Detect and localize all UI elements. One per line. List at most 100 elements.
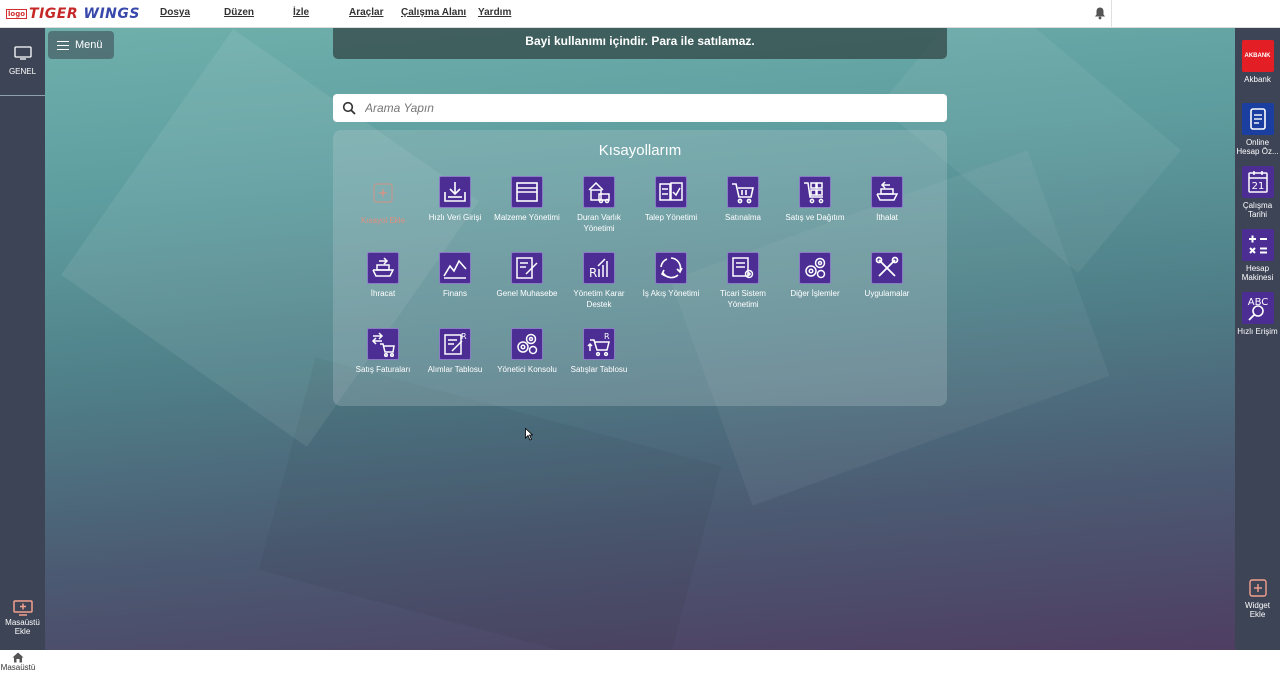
shortcut-label: Yönetim Karar Destek [573,289,625,309]
shortcut-yonetim-karar-destek[interactable]: R Yönetim Karar Destek [563,252,635,310]
taskbar-home-button[interactable]: Masaüstü [0,652,36,672]
menu-araclar[interactable]: Araçlar [349,7,383,18]
taskbar-home-label: Masaüstü [0,663,36,672]
checklist-icon [655,176,687,208]
widget-add-button[interactable]: Widget Ekle [1235,579,1280,619]
widget-label: Hesap Makinesi [1241,264,1274,282]
add-desktop-button[interactable]: Masaüstü Ekle [0,600,45,636]
search-icon [342,101,356,115]
abc-search-icon: ABC [1241,292,1274,324]
shortcut-label: Hızlı Veri Girişi [428,213,482,222]
shortcut-talep-yonetimi[interactable]: Talep Yönetimi [635,176,707,223]
window-icon [511,176,543,208]
desktop-tab-label: GENEL [8,67,37,76]
cart-boxes-icon [799,176,831,208]
shortcut-label: Satınalma [724,213,762,222]
monitor-icon [13,46,32,60]
shortcut-alimlar-tablosu[interactable]: R Alımlar Tablosu [419,328,491,375]
shortcut-satis-faturalari[interactable]: Satış Faturaları [347,328,419,375]
shortcut-label: Finans [442,289,467,298]
table-edit-icon: R [439,328,471,360]
line-chart-icon [439,252,471,284]
cart-exchange-icon [367,328,399,360]
shortcuts-title: Kısayollarım [598,142,682,159]
shortcut-satis-dagitim[interactable]: Satış ve Dağıtım [779,176,851,223]
shortcut-label: İthalat [876,213,898,222]
add-shortcut-icon [367,177,399,209]
widget-akbank[interactable]: AKBANK Akbank [1235,40,1280,84]
tools-icon [871,252,903,284]
shortcut-duran-varlik[interactable]: Duran Varlık Yönetimi [563,176,635,234]
shortcut-genel-muhasebe[interactable]: Genel Muhasebe [491,252,563,299]
logo-tiger-text: TIGER [29,6,79,22]
left-rail: GENEL Masaüstü Ekle [0,28,45,650]
widget-calisma-tarihi[interactable]: 21 Çalışma Tarihi [1235,166,1280,219]
topbar-divider [1111,0,1112,28]
right-widget-rail: AKBANK Akbank Online Hesap Öz... 21 Çalı… [1235,28,1280,650]
logo-prefix: logo [6,9,28,19]
widget-online-hesap[interactable]: Online Hesap Öz... [1235,103,1280,156]
shortcut-label: Talep Yönetimi [644,213,698,222]
widget-label: Çalışma Tarihi [1242,201,1273,219]
shortcut-label: Satış ve Dağıtım [785,213,845,222]
shortcut-ithalat[interactable]: İthalat [851,176,923,223]
search-input[interactable] [365,101,925,115]
gears-icon [799,252,831,284]
document-icon [1241,103,1274,135]
shortcut-malzeme-yonetimi[interactable]: Malzeme Yönetimi [491,176,563,223]
shortcut-finans[interactable]: Finans [419,252,491,299]
svg-text:R: R [604,332,610,341]
shortcuts-panel: Kısayollarım Kısayol Ekle Hızlı Veri Gir… [333,130,947,406]
search-bar[interactable] [333,94,947,122]
svg-text:R: R [589,266,597,280]
shortcut-label: Duran Varlık Yönetimi [577,213,621,233]
widget-hesap-makinesi[interactable]: Hesap Makinesi [1235,229,1280,282]
menu-calisma-alani[interactable]: Çalışma Alanı [401,7,466,18]
shortcut-ihracat[interactable]: İhracat [347,252,419,299]
shortcut-label: Ticari Sistem Yönetimi [720,289,766,309]
shortcut-uygulamalar[interactable]: Uygulamalar [851,252,923,299]
menu-button-label: Menü [75,39,103,51]
license-notice: Bayi kullanımı içindir. Para ile satılam… [333,28,947,59]
add-monitor-icon [12,600,33,616]
bottom-taskbar: Masaüstü [0,650,1280,675]
menu-izle[interactable]: İzle [293,7,309,18]
shortcut-label: Satış Faturaları [355,365,411,374]
shortcut-diger-islemler[interactable]: Diğer İşlemler [779,252,851,299]
hamburger-icon [57,40,69,50]
calculator-icon [1241,229,1274,261]
shortcut-label: Yönetici Konsolu [497,365,557,374]
widget-label: Hızlı Erişim [1237,327,1278,336]
report-chart-icon: R [583,252,615,284]
cart-icon [727,176,759,208]
shortcut-label: Alımlar Tablosu [427,365,483,374]
menu-duzen[interactable]: Düzen [224,7,254,18]
bell-icon[interactable] [1093,6,1107,20]
house-truck-icon [583,176,615,208]
shortcut-ticari-sistem[interactable]: Ticari Sistem Yönetimi [707,252,779,310]
add-shortcut-button[interactable]: Kısayol Ekle [347,177,419,226]
widget-hizli-erisim[interactable]: ABC Hızlı Erişim [1235,292,1280,336]
shortcut-label: İhracat [370,289,396,298]
shortcut-yonetici-konsolu[interactable]: Yönetici Konsolu [491,328,563,375]
shortcut-satislar-tablosu[interactable]: R Satışlar Tablosu [563,328,635,375]
svg-text:R: R [461,332,467,341]
ledger-edit-icon [511,252,543,284]
menu-button[interactable]: Menü [48,31,114,59]
shortcut-label: Diğer İşlemler [790,289,840,298]
menu-yardim[interactable]: Yardım [478,7,511,18]
mouse-cursor-icon [525,428,533,441]
shortcut-label: Satışlar Tablosu [570,365,628,374]
logo-wings-text: WINGS [83,6,140,22]
shortcut-label: Malzeme Yönetimi [494,213,560,222]
widget-label: Online Hesap Öz... [1236,138,1279,156]
desktop-tab-genel[interactable]: GENEL [0,42,45,96]
document-gear-icon [727,252,759,284]
shortcut-satinalma[interactable]: Satınalma [707,176,779,223]
gears-icon [511,328,543,360]
widget-label: Widget Ekle [1245,601,1270,619]
shortcut-hizli-veri-girisi[interactable]: Hızlı Veri Girişi [419,176,491,223]
menu-dosya[interactable]: Dosya [160,7,190,18]
shortcut-is-akis-yonetimi[interactable]: İş Akış Yönetimi [635,252,707,299]
recycle-icon [655,252,687,284]
